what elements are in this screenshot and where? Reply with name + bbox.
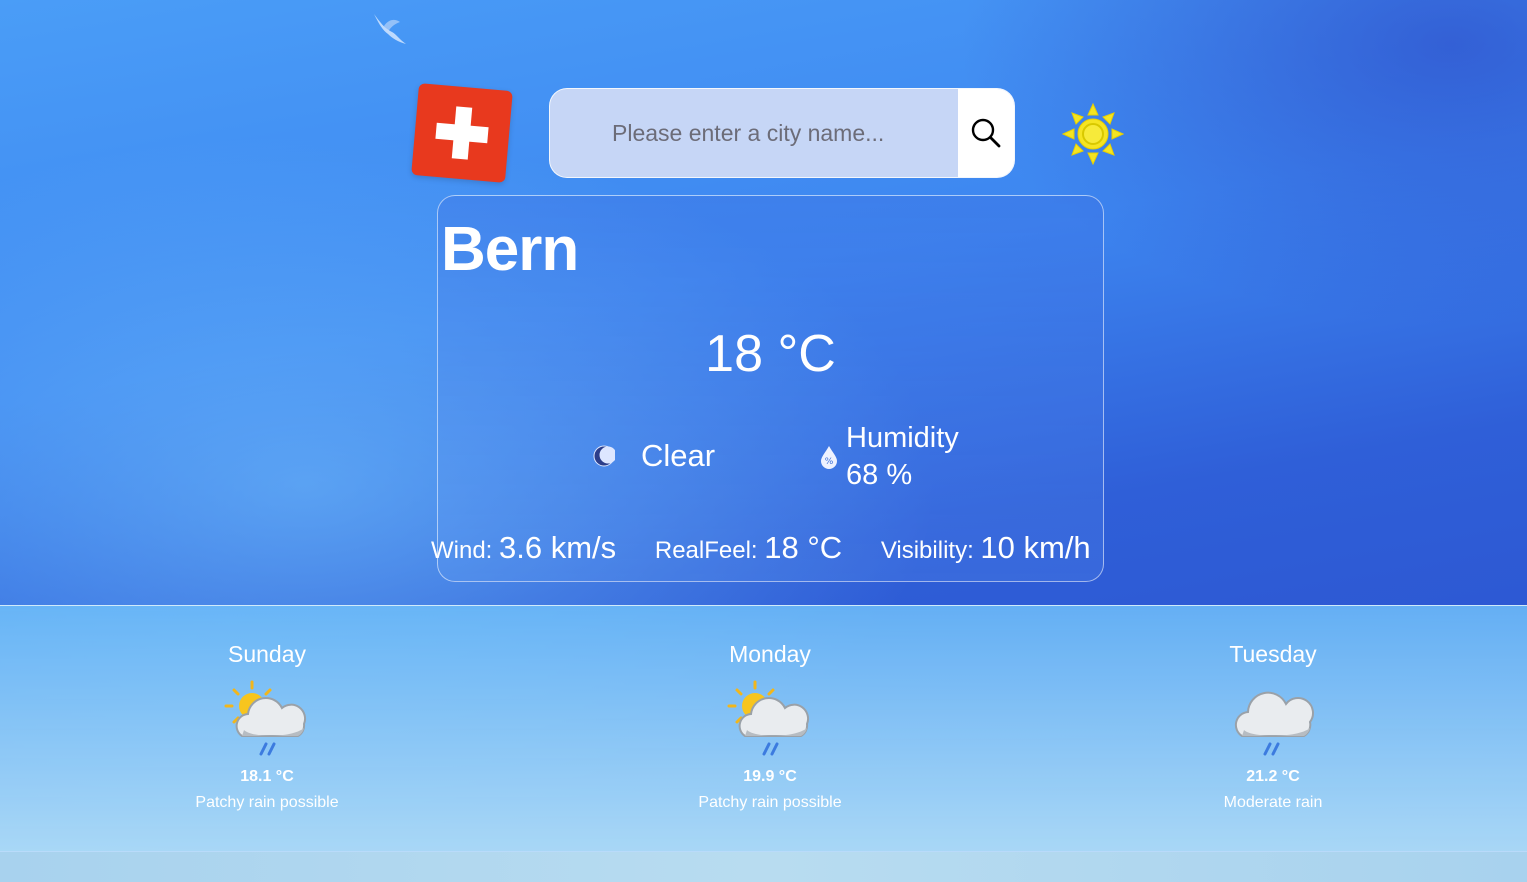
forecast-desc: Moderate rain [1223,794,1323,811]
forecast-desc: Patchy rain possible [698,794,842,811]
search-icon [971,118,1001,148]
forecast-day-name: Tuesday [1229,641,1317,667]
weather-condition: Clear [593,438,715,474]
forecast-day-name: Monday [729,641,811,667]
sun-cloud-rain-icon [224,680,307,756]
wind-stat: Wind: 3.6 km/s [431,530,616,566]
sun-cloud-rain-icon [727,680,810,756]
humidity-drop-icon: % [821,446,837,469]
moon-icon [593,445,615,467]
bottom-strip [0,852,1527,882]
wind-label: Wind: [431,537,493,564]
city-name: Bern [441,215,579,284]
realfeel-stat: RealFeel: 18 °C [655,530,842,566]
humidity-info: % Humidity 68 % [820,420,959,494]
forecast-day: Monday 19.9 °C Patchy rain possible [620,606,920,812]
visibility-value: 10 km/h [980,530,1091,565]
sun-icon[interactable] [1062,103,1124,165]
humidity-label: Humidity [846,422,959,454]
forecast-day: Sunday 18.1 °C Patchy rain possible [117,606,417,812]
forecast-desc: Patchy rain possible [195,794,339,811]
svg-text:%: % [825,457,834,467]
forecast-day-name: Sunday [227,641,306,667]
search-bar [549,88,1015,178]
visibility-label: Visibility: [880,537,974,564]
current-weather-card: Bern 18 °C Clear % Humidity 68 % Wind: 3… [431,195,1104,582]
search-button[interactable] [958,89,1014,177]
condition-label: Clear [641,438,716,473]
bird-icon [374,14,406,44]
city-search-input[interactable] [550,89,958,177]
weather-stats: Wind: 3.6 km/s RealFeel: 18 °C Visibilit… [431,530,1123,566]
current-temperature: 18 °C [705,325,836,383]
forecast-temp: 21.2 °C [1246,768,1300,785]
visibility-stat: Visibility: 10 km/h [881,530,1091,566]
forecast-panel: Sunday 18.1 °C Patchy rain possible Mond… [0,605,1527,852]
swiss-flag-icon [411,83,513,183]
forecast-day: Tuesday 21.2 °C Moderate rain [1123,606,1423,812]
humidity-value: 68 % [846,459,913,491]
cloud-rain-icon [1234,691,1314,756]
forecast-temp: 18.1 °C [240,768,294,785]
wind-value: 3.6 km/s [499,530,617,565]
realfeel-label: RealFeel: [654,537,758,564]
realfeel-value: 18 °C [764,530,843,565]
forecast-temp: 19.9 °C [743,768,797,785]
